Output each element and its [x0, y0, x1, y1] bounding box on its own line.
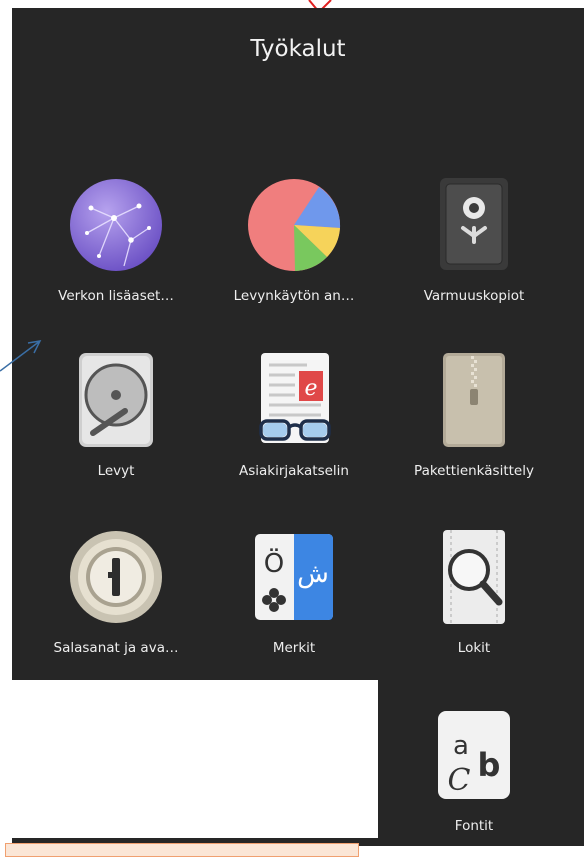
app-disk-usage[interactable]: Levynkäytön an…: [219, 178, 369, 328]
characters-glyph-arabic: ش: [297, 559, 329, 589]
globe-icon: [70, 179, 162, 271]
app-disks[interactable]: Levyt: [41, 353, 191, 503]
safe-icon: [440, 178, 508, 270]
app-label: Verkon lisäaset…: [58, 288, 174, 304]
app-label: Levynkäytön an…: [233, 288, 355, 304]
app-passwords[interactable]: Salasanat ja ava…: [41, 530, 191, 680]
app-logs[interactable]: Lokit: [399, 530, 549, 680]
magnifier-log-icon: [443, 530, 505, 624]
app-fonts[interactable]: a C b Fontit: [399, 708, 549, 858]
blue-arrow-icon: [0, 340, 42, 372]
app-label: Pakettienkäsittely: [414, 463, 534, 479]
font-glyph-a: a: [453, 731, 469, 761]
characters-glyph-latin: Ö: [264, 547, 284, 579]
app-backups[interactable]: Varmuuskopiot: [399, 178, 549, 328]
folder-title: Työkalut: [250, 36, 346, 62]
hard-disk-icon: [79, 353, 153, 447]
font-glyph-b: b: [478, 746, 501, 784]
app-label: Salasanat ja ava…: [53, 640, 179, 656]
notification-strip: [5, 843, 359, 857]
font-icon: a C b: [438, 711, 510, 799]
svg-text:e: e: [304, 376, 317, 401]
pie-chart-icon: [248, 179, 341, 271]
app-document-viewer[interactable]: e Asiakirjakatselin: [219, 353, 369, 503]
app-label: Fontit: [454, 818, 494, 834]
zip-archive-icon: [443, 353, 505, 447]
app-network[interactable]: Verkon lisäaset…: [41, 178, 191, 328]
app-archive-manager[interactable]: Pakettienkäsittely: [399, 353, 549, 503]
app-label: Merkit: [272, 640, 316, 656]
app-label: Lokit: [457, 640, 491, 656]
keyhole-lock-icon: [70, 531, 162, 623]
app-characters[interactable]: Ö ش Merkit: [219, 530, 369, 680]
characters-icon: Ö ش: [255, 534, 333, 620]
background-area: [0, 680, 378, 838]
app-label: Levyt: [97, 463, 135, 479]
app-label: Asiakirjakatselin: [239, 463, 349, 479]
app-label: Varmuuskopiot: [423, 288, 525, 304]
font-glyph-c: C: [448, 763, 471, 798]
document-glasses-icon: e: [259, 353, 331, 443]
